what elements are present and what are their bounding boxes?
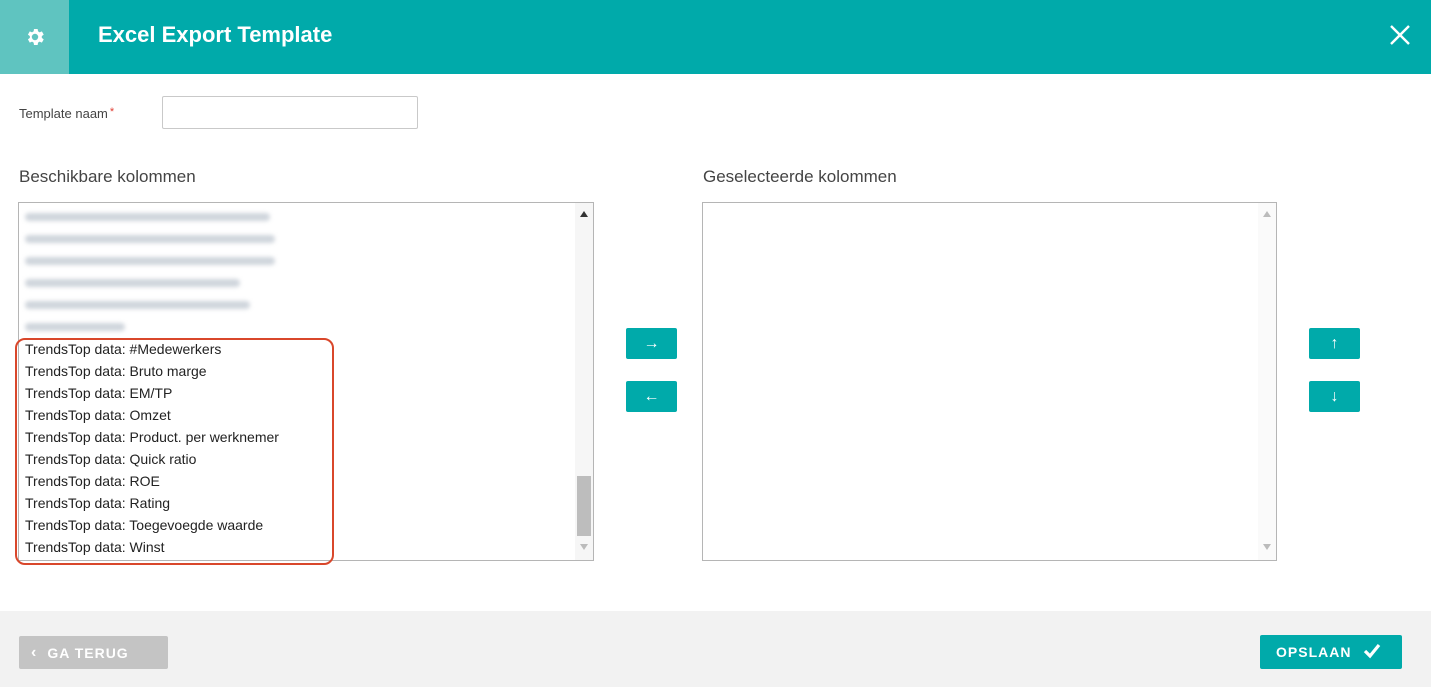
list-item[interactable]: TrendsTop data: EM/TP (25, 382, 172, 404)
move-up-button[interactable]: ↑ (1309, 328, 1360, 359)
close-icon[interactable] (1385, 20, 1415, 50)
checkmark-icon (1363, 643, 1381, 662)
save-button[interactable]: OPSLAAN (1260, 635, 1402, 669)
list-item[interactable]: TrendsTop data: Product. per werknemer (25, 426, 279, 448)
blurred-item (25, 235, 275, 243)
scroll-down-arrow-icon[interactable] (580, 544, 588, 550)
list-item[interactable]: TrendsTop data: Toegevoegde waarde (25, 514, 263, 536)
gear-icon (0, 0, 69, 74)
dialog-footer (0, 611, 1431, 687)
selected-columns-list[interactable] (702, 202, 1277, 561)
scroll-thumb[interactable] (577, 476, 591, 536)
add-column-button[interactable]: → (626, 328, 677, 359)
required-mark: * (109, 106, 115, 118)
template-name-input[interactable] (162, 96, 418, 129)
list-item[interactable]: TrendsTop data: Quick ratio (25, 448, 196, 470)
move-down-button[interactable]: ↓ (1309, 381, 1360, 412)
available-columns-title: Beschikbare kolommen (19, 167, 196, 186)
save-button-label: OPSLAAN (1276, 644, 1352, 660)
back-button[interactable]: ‹ GA TERUG (19, 636, 168, 669)
blurred-item (25, 257, 275, 265)
list-item[interactable]: TrendsTop data: Winst (25, 536, 165, 558)
scroll-up-arrow-icon[interactable] (1263, 211, 1271, 217)
selected-columns-title: Geselecteerde kolommen (703, 167, 897, 186)
remove-column-button[interactable]: ← (626, 381, 677, 412)
chevron-left-icon: ‹ (31, 643, 38, 661)
available-columns-list[interactable]: TrendsTop data: #Medewerkers TrendsTop d… (18, 202, 594, 561)
available-scrollbar[interactable] (575, 203, 593, 560)
list-item[interactable]: TrendsTop data: Rating (25, 492, 170, 514)
back-button-label: GA TERUG (47, 644, 129, 661)
dialog-header: Excel Export Template (0, 0, 1431, 74)
scroll-down-arrow-icon[interactable] (1263, 544, 1271, 550)
list-item[interactable]: TrendsTop data: Omzet (25, 404, 171, 426)
list-item[interactable]: TrendsTop data: ROE (25, 470, 160, 492)
template-name-label-text: Template naam (19, 106, 108, 121)
blurred-item (25, 301, 250, 309)
blurred-item (25, 323, 125, 331)
dialog-title: Excel Export Template (98, 22, 333, 47)
selected-scrollbar[interactable] (1258, 203, 1276, 560)
scroll-up-arrow-icon[interactable] (580, 211, 588, 217)
blurred-item (25, 213, 270, 221)
template-name-label: Template naam * (19, 106, 114, 121)
list-item[interactable]: TrendsTop data: Bruto marge (25, 360, 207, 382)
list-item[interactable]: TrendsTop data: #Medewerkers (25, 338, 221, 360)
blurred-item (25, 279, 240, 287)
